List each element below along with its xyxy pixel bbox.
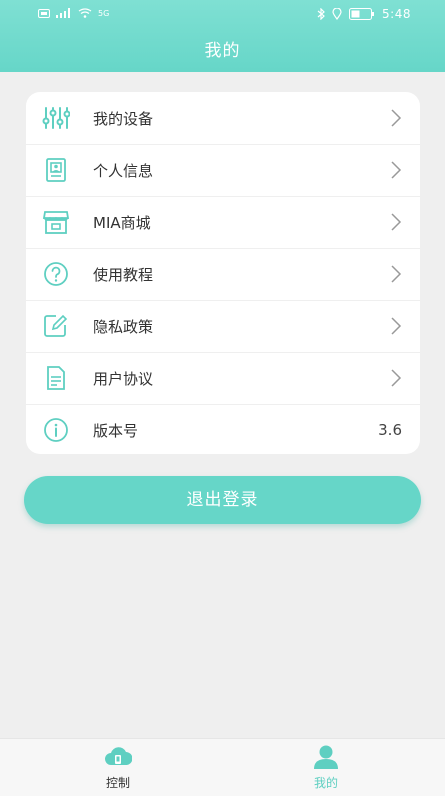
sliders-icon xyxy=(42,107,70,129)
status-bar: 5G 5:48 xyxy=(0,0,445,30)
logout-button[interactable]: 退出登录 xyxy=(24,476,421,524)
header-bar: 5G 5:48 我的 xyxy=(0,0,445,72)
bluetooth-icon xyxy=(317,8,325,20)
menu-item-privacy-policy[interactable]: 隐私政策 xyxy=(26,300,420,353)
store-icon xyxy=(42,211,70,234)
chevron-right-icon xyxy=(391,109,402,127)
menu-card: 我的设备 个人信息 MIA商城 使用教程 隐私政策 用户协议 版本号 3.6 xyxy=(26,92,420,454)
user-icon xyxy=(314,745,338,769)
document-icon xyxy=(47,366,65,390)
bottom-tab-bar: 控制 我的 xyxy=(0,738,445,796)
menu-item-label: 使用教程 xyxy=(93,266,154,284)
info-icon xyxy=(44,418,68,442)
data-speed-text: 5G xyxy=(98,8,110,18)
menu-item-user-agreement[interactable]: 用户协议 xyxy=(26,352,420,405)
cloud-device-icon xyxy=(105,747,132,765)
version-number: 3.6 xyxy=(378,421,402,439)
chevron-right-icon xyxy=(391,369,402,387)
location-icon xyxy=(332,8,342,20)
battery-icon xyxy=(349,8,375,20)
page-title: 我的 xyxy=(204,41,241,61)
menu-item-label: 版本号 xyxy=(93,422,139,440)
menu-item-label: 用户协议 xyxy=(93,370,154,388)
tab-control[interactable]: 控制 xyxy=(58,739,178,796)
chevron-right-icon xyxy=(391,265,402,283)
notification-icon xyxy=(38,8,50,18)
menu-item-mia-store[interactable]: MIA商城 xyxy=(26,196,420,249)
tab-label: 控制 xyxy=(105,776,130,790)
chevron-right-icon xyxy=(391,317,402,335)
cell-signal-icon xyxy=(56,8,70,18)
menu-item-tutorial[interactable]: 使用教程 xyxy=(26,248,420,301)
menu-item-version: 版本号 3.6 xyxy=(26,404,420,454)
chevron-right-icon xyxy=(391,161,402,179)
edit-icon xyxy=(44,314,68,337)
menu-item-my-devices[interactable]: 我的设备 xyxy=(26,92,420,145)
profile-card-icon xyxy=(46,158,66,182)
menu-item-label: MIA商城 xyxy=(93,214,151,232)
menu-item-label: 我的设备 xyxy=(93,110,154,128)
menu-item-label: 个人信息 xyxy=(93,162,154,180)
wifi-icon xyxy=(78,8,92,18)
chevron-right-icon xyxy=(391,213,402,231)
help-icon xyxy=(44,262,68,286)
tab-label: 我的 xyxy=(313,776,338,790)
clock-text: 5:48 xyxy=(382,7,411,21)
menu-item-label: 隐私政策 xyxy=(93,318,154,336)
tab-mine[interactable]: 我的 xyxy=(266,739,386,796)
menu-item-personal-info[interactable]: 个人信息 xyxy=(26,144,420,197)
